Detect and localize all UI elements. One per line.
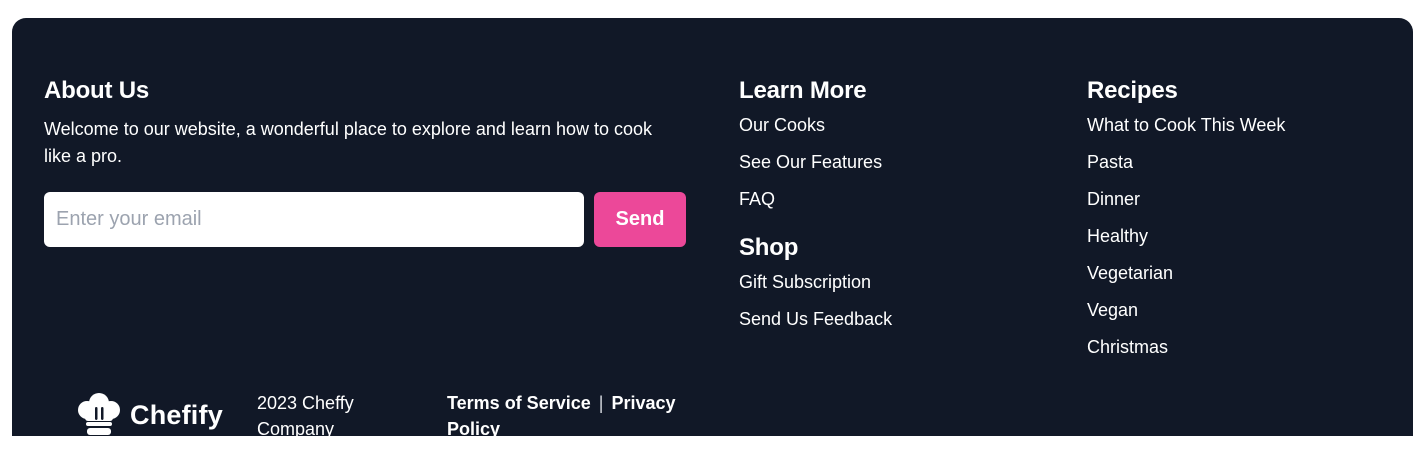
list-item: Pasta bbox=[1087, 151, 1387, 173]
list-item: See Our Features bbox=[739, 151, 1039, 173]
copyright-text: 2023 Cheffy Company bbox=[257, 393, 354, 439]
send-button[interactable]: Send bbox=[594, 192, 686, 247]
send-feedback-link[interactable]: Send Us Feedback bbox=[739, 309, 892, 329]
list-item: Gift Subscription bbox=[739, 271, 1039, 293]
list-item: FAQ bbox=[739, 188, 1039, 210]
legal-separator: | bbox=[598, 393, 604, 413]
faq-link[interactable]: FAQ bbox=[739, 189, 775, 209]
recipes-links: What to Cook This Week Pasta Dinner Heal… bbox=[1087, 114, 1387, 358]
list-item: Vegetarian bbox=[1087, 262, 1387, 284]
shop-heading: Shop bbox=[739, 234, 799, 261]
brand-logo[interactable]: Chefify bbox=[76, 392, 223, 438]
learn-more-heading: Learn More bbox=[739, 77, 867, 104]
recipes-heading: Recipes bbox=[1087, 77, 1178, 104]
learn-more-links: Our Cooks See Our Features FAQ bbox=[739, 114, 1039, 210]
vegetarian-link[interactable]: Vegetarian bbox=[1087, 263, 1173, 283]
brand-name: Chefify bbox=[130, 399, 223, 430]
list-item: Our Cooks bbox=[739, 114, 1039, 136]
dinner-link[interactable]: Dinner bbox=[1087, 189, 1140, 209]
list-item: Send Us Feedback bbox=[739, 308, 1039, 330]
list-item: What to Cook This Week bbox=[1087, 114, 1387, 136]
about-heading: About Us bbox=[44, 77, 150, 104]
vegan-link[interactable]: Vegan bbox=[1087, 300, 1138, 320]
shop-links: Gift Subscription Send Us Feedback bbox=[739, 271, 1039, 330]
list-item: Vegan bbox=[1087, 299, 1387, 321]
site-footer: About Us Welcome to our website, a wonde… bbox=[12, 18, 1413, 439]
what-to-cook-link[interactable]: What to Cook This Week bbox=[1087, 115, 1285, 135]
legal-links: Terms of Service | Privacy Policy bbox=[447, 390, 717, 442]
see-our-features-link[interactable]: See Our Features bbox=[739, 152, 882, 172]
chef-hat-icon bbox=[78, 393, 120, 435]
pasta-link[interactable]: Pasta bbox=[1087, 152, 1133, 172]
about-section: About Us Welcome to our website, a wonde… bbox=[44, 76, 686, 439]
newsletter-form: Send bbox=[44, 192, 686, 247]
terms-of-service-link[interactable]: Terms of Service bbox=[447, 393, 591, 413]
list-item: Dinner bbox=[1087, 188, 1387, 210]
list-item: Healthy bbox=[1087, 225, 1387, 247]
about-description: Welcome to our website, a wonderful plac… bbox=[44, 119, 653, 166]
recipes-section: Recipes What to Cook This Week Pasta Din… bbox=[1087, 76, 1387, 373]
footer-bottom-row: Chefify 2023 Cheffy Company Terms of Ser… bbox=[76, 390, 718, 450]
christmas-link[interactable]: Christmas bbox=[1087, 337, 1168, 357]
learn-more-section: Learn More Our Cooks See Our Features FA… bbox=[739, 76, 1039, 345]
gift-subscription-link[interactable]: Gift Subscription bbox=[739, 272, 871, 292]
healthy-link[interactable]: Healthy bbox=[1087, 226, 1148, 246]
our-cooks-link[interactable]: Our Cooks bbox=[739, 115, 825, 135]
list-item: Christmas bbox=[1087, 336, 1387, 358]
email-input[interactable] bbox=[44, 192, 584, 247]
